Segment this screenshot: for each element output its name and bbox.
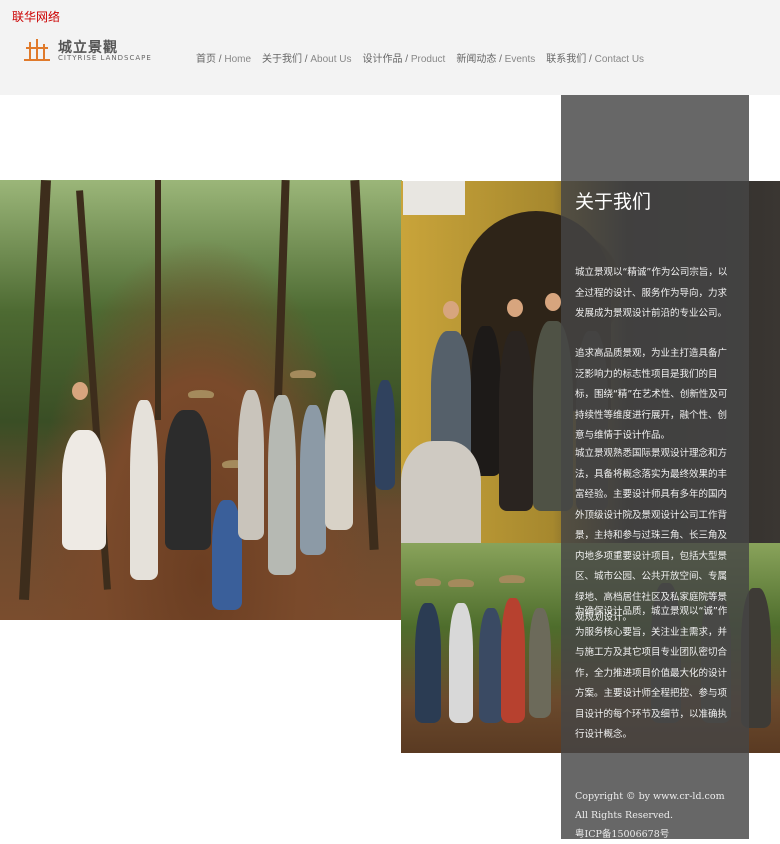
nav-events-en: Events — [504, 54, 536, 65]
person-figure — [300, 405, 326, 555]
about-paragraph: 城立景观以“精诚”作为公司宗旨，以全过程的设计、服务作为导向，力求发展成为景观设… — [575, 267, 728, 319]
hat — [290, 370, 316, 378]
photo-forest-outing — [0, 180, 402, 620]
nav-product-cn: 设计作品 — [362, 54, 403, 65]
hat — [448, 579, 474, 587]
about-paragraph: 城立景观熟悉国际景观设计理念和方法，具备将概念落实为最终效果的丰富经验。主要设计… — [575, 448, 728, 623]
tree-trunk — [155, 180, 161, 420]
top-link[interactable]: 联华网络 — [12, 8, 60, 25]
nav-product-en: Product — [410, 54, 446, 65]
footer-copyright: Copyright © by www.cr-ld.com All Rights … — [575, 787, 740, 844]
person-figure — [479, 608, 503, 723]
person-figure — [375, 380, 395, 490]
nav-product[interactable]: 设计作品 / Product — [363, 50, 446, 65]
person-figure — [499, 331, 533, 511]
nav-home-en: Home — [224, 54, 252, 65]
hat — [188, 390, 214, 398]
logo-mark-icon — [24, 39, 50, 61]
nav-about[interactable]: 关于我们 / About Us — [262, 50, 351, 65]
nav-about-cn: 关于我们 — [262, 54, 303, 65]
person-figure — [471, 326, 501, 476]
person-figure — [268, 395, 296, 575]
nav-events-cn: 新闻动态 — [456, 54, 497, 65]
about-panel: 关于我们 城立景观以“精诚”作为公司宗旨，以全过程的设计、服务作为导向，力求发展… — [561, 95, 749, 840]
hat — [415, 578, 441, 586]
person-head — [507, 299, 523, 317]
header-bar: 联华网络 城立景觀 CITYRISE LANDSCAPE 首页 / Home 关… — [0, 0, 780, 95]
person-figure — [165, 410, 211, 550]
nav-about-en: About Us — [310, 54, 352, 65]
tree-trunk — [350, 180, 379, 550]
person-figure — [238, 390, 264, 540]
person-figure — [449, 603, 473, 723]
hat — [499, 575, 525, 583]
copyright-text: Copyright © by www.cr-ld.com All Rights … — [575, 791, 725, 821]
nav-contact-cn: 联系我们 — [546, 54, 587, 65]
logo-en-text: CITYRISE LANDSCAPE — [58, 54, 152, 62]
nav-events[interactable]: 新闻动态 / Events — [456, 50, 535, 65]
dining-table — [401, 441, 481, 543]
icp-text: 粤ICP备15006678号 — [575, 829, 670, 840]
person-head — [72, 382, 88, 400]
nav-home-cn: 首页 — [196, 54, 216, 65]
main-nav: 首页 / Home 关于我们 / About Us 设计作品 / Product… — [196, 50, 644, 65]
person-figure — [325, 390, 353, 530]
person-head — [443, 301, 459, 319]
person-head — [545, 293, 561, 311]
person-figure — [529, 608, 551, 718]
person-figure — [501, 598, 525, 723]
tree-trunk — [19, 180, 51, 600]
about-paragraph: 为确保设计品质，城立景观以“诚”作为服务核心要旨，关注业主需求，并与施工方及其它… — [575, 606, 728, 740]
nav-contact-en: Contact Us — [594, 54, 645, 65]
nav-home[interactable]: 首页 / Home — [196, 50, 251, 65]
person-figure — [415, 603, 441, 723]
person-figure — [62, 430, 106, 550]
person-figure — [130, 400, 158, 580]
nav-contact[interactable]: 联系我们 / Contact Us — [546, 50, 644, 65]
about-paragraph: 追求高品质景观，为业主打造具备广泛影响力的标志性项目是我们的目标，围绕“精”在艺… — [575, 348, 728, 441]
logo[interactable]: 城立景觀 CITYRISE LANDSCAPE — [22, 36, 152, 66]
air-conditioner — [403, 181, 465, 215]
about-title: 关于我们 — [575, 191, 652, 213]
